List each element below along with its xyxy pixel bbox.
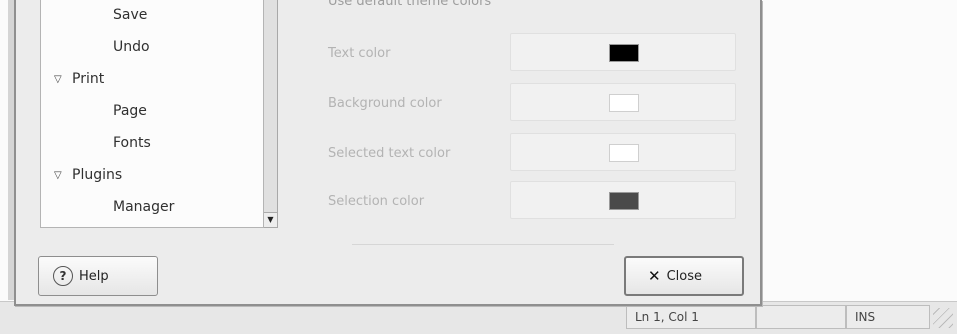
selection-color-label: Selection color (328, 194, 425, 209)
close-icon: ✕ (648, 267, 661, 285)
preferences-dialog: Save Undo ▽ Print Page Fonts ▽ Plugins M… (14, 0, 762, 306)
text-color-button[interactable] (510, 33, 736, 71)
tree-item-label: Undo (113, 39, 150, 55)
statusbar-position-text: Ln 1, Col 1 (635, 310, 699, 324)
help-icon: ? (53, 266, 73, 286)
tree-item-plugins[interactable]: Plugins (72, 167, 122, 183)
tree-item-label: Fonts (113, 135, 151, 151)
preferences-tree[interactable]: Save Undo ▽ Print Page Fonts ▽ Plugins M… (40, 0, 264, 228)
separator (352, 244, 614, 245)
selected-text-color-swatch (609, 144, 639, 162)
selected-text-color-button[interactable] (510, 133, 736, 171)
statusbar-position: Ln 1, Col 1 (626, 305, 756, 329)
statusbar-spacer (756, 305, 846, 329)
tree-item-label: Page (113, 103, 147, 119)
expander-triangle-icon[interactable]: ▽ (54, 74, 62, 85)
tree-item-fonts[interactable]: Fonts (113, 135, 151, 151)
selection-color-button[interactable] (510, 181, 736, 219)
text-color-label: Text color (328, 46, 391, 61)
text-color-swatch (609, 44, 639, 62)
tree-item-label: Manager (113, 199, 175, 215)
expander-triangle-icon[interactable]: ▽ (54, 170, 62, 181)
help-button[interactable]: ? Help (38, 256, 158, 296)
tree-item-undo[interactable]: Undo (113, 39, 150, 55)
tree-item-page[interactable]: Page (113, 103, 147, 119)
tree-item-label: Save (113, 7, 148, 23)
tree-item-label: Plugins (72, 167, 123, 183)
tree-item-label: Print (72, 71, 105, 87)
background-color-swatch (609, 94, 639, 112)
tree-item-save[interactable]: Save (113, 7, 147, 23)
close-button-label: Close (666, 268, 702, 284)
tree-item-print[interactable]: Print (72, 71, 104, 87)
statusbar-mode: INS (846, 305, 930, 329)
statusbar-mode-text: INS (855, 310, 876, 324)
default-colors-checkbox-label: Use default theme colors (328, 0, 492, 9)
selection-color-swatch (609, 192, 639, 210)
tree-item-manager[interactable]: Manager (113, 199, 174, 215)
selected-text-color-label: Selected text color (328, 146, 451, 161)
tree-scrollbar[interactable]: ▼ (264, 0, 278, 228)
close-button[interactable]: ✕ Close (624, 256, 744, 296)
scroll-down-arrow-icon[interactable]: ▼ (264, 212, 277, 227)
resize-grip[interactable] (933, 308, 953, 328)
background-color-label: Background color (328, 96, 442, 111)
help-button-label: Help (79, 268, 109, 284)
background-color-button[interactable] (510, 83, 736, 121)
